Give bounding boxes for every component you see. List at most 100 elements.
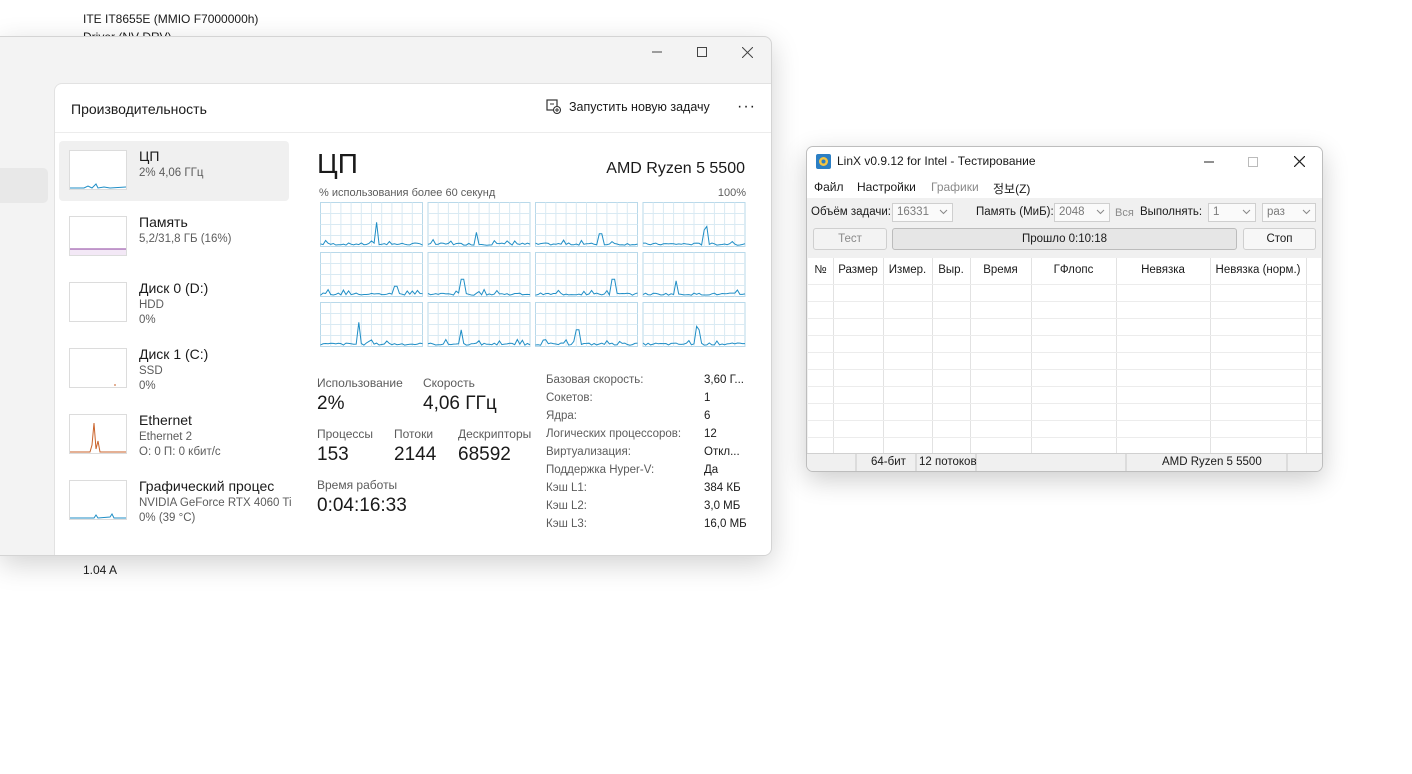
spec-key: Логических процессоров: bbox=[546, 428, 682, 440]
threads-value: 2144 bbox=[394, 444, 437, 465]
results-grid-lines bbox=[808, 258, 1321, 453]
list-item-name: Диск 0 (D:) bbox=[139, 280, 209, 296]
page-title: Производительность bbox=[71, 101, 207, 117]
memory-combo[interactable]: 2048 bbox=[1054, 203, 1110, 222]
results-header: № Размер Измер. Выр. Время ГФлопс Невязк… bbox=[808, 258, 1321, 284]
more-options-button[interactable]: ··· bbox=[737, 98, 756, 116]
new-task-icon bbox=[546, 99, 561, 114]
status-threads: 12 потоков bbox=[919, 456, 977, 468]
chevron-down-icon bbox=[1242, 209, 1251, 215]
list-item-detail: Ethernet 2 bbox=[139, 431, 193, 443]
maximize-icon bbox=[1248, 156, 1258, 167]
problem-size-value: 16331 bbox=[897, 206, 929, 218]
list-item-usage: 0% bbox=[139, 314, 156, 326]
maximize-icon bbox=[697, 47, 707, 57]
chevron-down-icon bbox=[939, 209, 948, 215]
list-item-name: Диск 1 (C:) bbox=[139, 346, 209, 362]
chevron-down-icon bbox=[1302, 209, 1311, 215]
col-alignment[interactable]: Выр. bbox=[932, 264, 970, 276]
col-gflops[interactable]: ГФлопс bbox=[1031, 264, 1116, 276]
cpu-spec-list: Базовая скорость: 3,60 Г... Сокетов: 1 Ядр… bbox=[546, 374, 747, 536]
handles-label: Дескрипторы bbox=[458, 427, 532, 441]
cpu-core-graph bbox=[642, 252, 746, 297]
spec-row: Логических процессоров: 12 bbox=[546, 428, 746, 446]
spec-row: Ядра: 6 bbox=[546, 410, 746, 428]
graph-label: % использования более 60 секунд bbox=[319, 187, 496, 199]
graph-max-label: 100% bbox=[717, 187, 746, 199]
spec-value: 3,60 Г... bbox=[704, 374, 744, 386]
linx-minimize-button[interactable] bbox=[1187, 147, 1231, 176]
usage-value: 2% bbox=[317, 393, 345, 414]
maximize-button[interactable] bbox=[679, 37, 725, 67]
menu-info[interactable]: 정보(Z) bbox=[993, 180, 1030, 197]
spec-key: Виртуализация: bbox=[546, 446, 631, 458]
spec-row: Базовая скорость: 3,60 Г... bbox=[546, 374, 746, 392]
menu-settings[interactable]: Настройки bbox=[857, 180, 916, 194]
problem-size-combo[interactable]: 16331 bbox=[892, 203, 953, 222]
list-item-ethernet[interactable]: Ethernet Ethernet 2 О: 0 П: 0 кбит/с bbox=[59, 405, 289, 465]
spec-value: 1 bbox=[704, 392, 711, 404]
list-item-disk0[interactable]: Диск 0 (D:) HDD 0% bbox=[59, 273, 289, 333]
run-new-task-button[interactable]: Запустить новую задачу bbox=[546, 99, 710, 114]
speed-value: 4,06 ГГц bbox=[423, 393, 497, 414]
cpu-core-graph bbox=[427, 252, 531, 297]
col-time[interactable]: Время bbox=[970, 264, 1031, 276]
cpu-thumbnail-graph bbox=[69, 150, 127, 190]
minimize-button[interactable] bbox=[634, 37, 680, 67]
list-item-detail: SSD bbox=[139, 365, 163, 377]
spec-key: Поддержка Hyper-V: bbox=[546, 464, 655, 476]
spec-value: 16,0 МБ bbox=[704, 518, 747, 530]
cpu-core-graph bbox=[320, 302, 423, 347]
all-memory-label[interactable]: Вся bbox=[1115, 207, 1134, 219]
run-times-combo[interactable]: 1 bbox=[1208, 203, 1256, 222]
menu-file[interactable]: Файл bbox=[814, 180, 844, 194]
list-item-detail: 2% 4,06 ГГц bbox=[139, 167, 204, 179]
speed-label: Скорость bbox=[423, 376, 475, 390]
list-item-memory[interactable]: Память 5,2/31,8 ГБ (16%) bbox=[59, 207, 289, 267]
memory-thumbnail-graph bbox=[69, 216, 127, 256]
elapsed-progress: Прошло 0:10:18 bbox=[892, 228, 1237, 250]
status-cpu: AMD Ryzen 5 5500 bbox=[1162, 456, 1262, 468]
spec-row: Сокетов: 1 bbox=[546, 392, 746, 410]
stop-button[interactable]: Стоп bbox=[1243, 228, 1316, 250]
col-number[interactable]: № bbox=[808, 264, 833, 276]
list-item-usage: 0% (39 °C) bbox=[139, 512, 196, 524]
resource-list: ЦП 2% 4,06 ГГц Память 5,2/31,8 ГБ (16%) … bbox=[59, 141, 292, 537]
handles-value: 68592 bbox=[458, 444, 511, 465]
spec-row: Кэш L2: 3,0 МБ bbox=[546, 500, 746, 518]
list-item-name: Графический процес bbox=[139, 478, 275, 494]
linx-maximize-button[interactable] bbox=[1231, 147, 1275, 176]
spec-row: Поддержка Hyper-V: Да bbox=[546, 464, 746, 482]
test-button[interactable]: Тест bbox=[813, 228, 887, 250]
cpu-core-graph bbox=[535, 302, 638, 347]
gpu-thumbnail-graph bbox=[69, 480, 127, 520]
cpu-core-graph bbox=[427, 302, 531, 347]
col-residual[interactable]: Невязка bbox=[1116, 264, 1210, 276]
spec-key: Кэш L2: bbox=[546, 500, 587, 512]
memory-value: 2048 bbox=[1059, 206, 1085, 218]
list-item-detail: 5,2/31,8 ГБ (16%) bbox=[139, 233, 232, 245]
close-icon bbox=[741, 46, 753, 58]
list-item-gpu[interactable]: Графический процес NVIDIA GeForce RTX 40… bbox=[59, 471, 292, 531]
disk1-thumbnail-graph bbox=[69, 348, 127, 388]
col-size[interactable]: Размер bbox=[833, 264, 883, 276]
sidebar-item-performance[interactable] bbox=[0, 168, 48, 203]
close-button[interactable] bbox=[724, 37, 770, 67]
processes-value: 153 bbox=[317, 444, 349, 465]
col-dimension[interactable]: Измер. bbox=[883, 264, 932, 276]
linx-status-bar: 64-бит 12 потоков AMD Ryzen 5 5500 bbox=[807, 453, 1322, 471]
menu-graphs[interactable]: Графики bbox=[931, 180, 979, 194]
run-unit-combo[interactable]: раз bbox=[1262, 203, 1316, 222]
spec-row: Кэш L1: 384 КБ bbox=[546, 482, 746, 500]
col-residual-norm[interactable]: Невязка (норм.) bbox=[1210, 264, 1306, 276]
processes-label: Процессы bbox=[317, 427, 374, 441]
elapsed-text: Прошло 0:10:18 bbox=[1021, 233, 1108, 245]
performance-panel: Производительность Запустить новую задач… bbox=[54, 83, 771, 555]
list-item-cpu[interactable]: ЦП 2% 4,06 ГГц bbox=[59, 141, 289, 201]
disk0-thumbnail-graph bbox=[69, 282, 127, 322]
linx-title-bar[interactable]: LinX v0.9.12 for Intel - Тестирование bbox=[807, 147, 1322, 176]
linx-close-button[interactable] bbox=[1277, 147, 1321, 176]
list-item-usage: О: 0 П: 0 кбит/с bbox=[139, 446, 221, 458]
cpu-core-graph bbox=[535, 252, 638, 297]
list-item-disk1[interactable]: Диск 1 (C:) SSD 0% bbox=[59, 339, 289, 399]
